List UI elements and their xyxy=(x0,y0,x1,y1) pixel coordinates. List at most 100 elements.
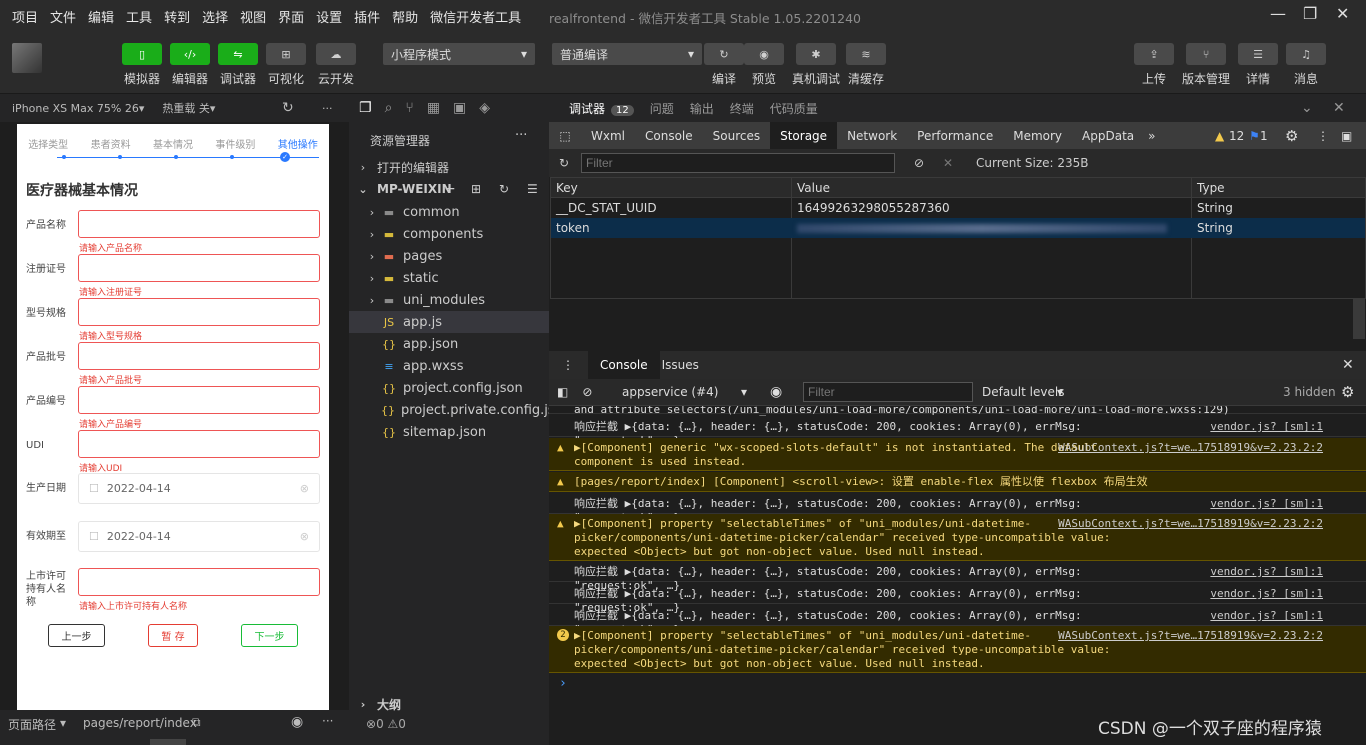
console-message[interactable]: ▲ [pages/report/index] [Component] <scrol… xyxy=(549,472,1366,492)
more-icon[interactable]: ··· xyxy=(322,714,333,728)
project-section[interactable]: ⌄ MP-WEIXIN + ⊞ ↻ ☰ xyxy=(349,178,549,200)
avatar[interactable] xyxy=(12,43,42,73)
source-link[interactable]: vendor.js? [sm]:1 xyxy=(1210,587,1323,601)
console-message[interactable]: 响应拦截 ▶{data: {…}, header: {…}, statusCod… xyxy=(549,417,1366,447)
outline-section[interactable]: › 大纲 xyxy=(349,693,549,715)
file-tree-item[interactable]: {} project.private.config.js... xyxy=(349,399,567,421)
source-link[interactable]: vendor.js? [sm]:1 xyxy=(1210,497,1323,511)
source-link[interactable]: WASubContext.js?t=we…17518919&v=2.23.2:2 xyxy=(1058,517,1323,531)
devtools-tab[interactable]: Memory xyxy=(1003,122,1072,149)
field-input[interactable] xyxy=(78,210,320,238)
上传-button[interactable]: ⇪ xyxy=(1134,43,1174,65)
panel-tab[interactable]: 终端 xyxy=(730,100,754,117)
files-icon[interactable]: ❐ xyxy=(359,100,372,116)
field-input[interactable] xyxy=(78,430,320,458)
chevron-down-icon[interactable]: ⌄ xyxy=(1301,100,1313,116)
field-input[interactable] xyxy=(78,298,320,326)
log-levels-select[interactable]: Default levels xyxy=(982,385,1064,399)
column-header-type[interactable]: Type xyxy=(1192,178,1225,198)
console-message[interactable]: 响应拦截 ▶{data: {…}, header: {…}, statusCod… xyxy=(549,494,1366,524)
refresh-icon[interactable]: ↻ xyxy=(559,156,569,170)
menu-item[interactable]: 界面 xyxy=(272,7,310,26)
menu-item[interactable]: 文件 xyxy=(44,7,82,26)
panel-tab[interactable]: 问题 xyxy=(650,100,674,117)
console-message[interactable]: 2 ▶[Component] property "selectableTimes"… xyxy=(549,626,1366,673)
extensions-icon[interactable]: ▦ xyxy=(427,100,440,116)
调试器-button[interactable]: ⇋ xyxy=(218,43,258,65)
详情-button[interactable]: ☰ xyxy=(1238,43,1278,65)
clear-icon[interactable]: ⊗ xyxy=(300,530,309,543)
file-tree-item[interactable]: {} app.json xyxy=(349,333,549,355)
mode-select[interactable]: 小程序模式 ▾ xyxy=(383,43,535,65)
devtools-tab[interactable]: Sources xyxy=(703,122,770,149)
eye-icon[interactable]: ◉ xyxy=(291,714,303,730)
消息-button[interactable]: ♫ xyxy=(1286,43,1326,65)
page-path-label[interactable]: 页面路径 xyxy=(8,716,56,733)
编辑器-button[interactable]: ‹/› xyxy=(170,43,210,65)
more-icon[interactable]: ··· xyxy=(322,102,333,115)
refresh-icon[interactable]: ↻ xyxy=(499,182,509,196)
open-editors-section[interactable]: › 打开的编辑器 xyxy=(349,156,549,178)
file-tree-item[interactable]: {} project.config.json xyxy=(349,377,549,399)
column-header-key[interactable]: Key xyxy=(551,178,578,198)
settings-icon[interactable]: ⚙ xyxy=(1285,127,1298,145)
file-tree-item[interactable]: › ▬ common xyxy=(349,201,549,223)
console-filter-input[interactable] xyxy=(803,382,973,402)
storage-filter-input[interactable] xyxy=(581,153,895,173)
source-link[interactable]: WASubContext.js?t=we…17518919&v=2.23.2:2 xyxy=(1058,629,1323,643)
source-link[interactable]: vendor.js? [sm]:1 xyxy=(1210,565,1323,579)
menu-item[interactable]: 帮助 xyxy=(386,7,424,26)
file-tree-item[interactable]: › ▬ static xyxy=(349,267,549,289)
delete-icon[interactable]: ✕ xyxy=(943,156,953,170)
table-row[interactable]: __DC_STAT_UUID 16499263298055287360 Stri… xyxy=(551,198,1365,218)
console-message[interactable]: ▲ ▶[Component] property "selectableTimes"… xyxy=(549,514,1366,561)
git-icon[interactable]: ⑂ xyxy=(405,100,413,116)
真机调试-button[interactable]: ✱ xyxy=(796,43,836,65)
warning-count[interactable]: 12 xyxy=(1229,129,1244,143)
field-input[interactable] xyxy=(78,568,320,596)
error-count[interactable]: 1 xyxy=(1260,129,1268,143)
devtools-tab[interactable]: AppData xyxy=(1072,122,1144,149)
console-message[interactable]: and attribute selectors(/uni_modules/uni… xyxy=(549,406,1366,416)
drawer-tab-issues[interactable]: Issues xyxy=(662,358,699,372)
menu-item[interactable]: 工具 xyxy=(120,7,158,26)
devtools-tab[interactable]: Wxml xyxy=(581,122,635,149)
panel-tab[interactable]: 调试器 12 xyxy=(569,100,634,117)
status-problems[interactable]: ⊗0 ⚠0 xyxy=(366,717,406,731)
dock-icon[interactable]: ▣ xyxy=(1341,129,1352,143)
console-message[interactable]: 响应拦截 ▶{data: {…}, header: {…}, statusCod… xyxy=(549,606,1366,636)
menu-item[interactable]: 转到 xyxy=(158,7,196,26)
next-button[interactable]: 下一步 xyxy=(241,624,298,647)
more-icon[interactable]: ⋮ xyxy=(562,358,574,372)
new-file-icon[interactable]: + xyxy=(444,181,456,197)
new-folder-icon[interactable]: ⊞ xyxy=(471,182,481,196)
panel-tab[interactable]: 代码质量 xyxy=(770,100,818,117)
console-prompt[interactable]: › xyxy=(559,676,567,691)
menu-item[interactable]: 编辑 xyxy=(82,7,120,26)
field-input[interactable] xyxy=(78,342,320,370)
可视化-button[interactable]: ⊞ xyxy=(266,43,306,65)
编译-button[interactable]: ↻ xyxy=(704,43,744,65)
copy-icon[interactable]: ⧉ xyxy=(192,715,201,730)
sidebar-toggle-icon[interactable]: ◧ xyxy=(557,385,568,399)
console-message[interactable]: 响应拦截 ▶{data: {…}, header: {…}, statusCod… xyxy=(549,562,1366,592)
table-row-selected[interactable]: token String xyxy=(551,218,1365,238)
source-link[interactable]: vendor.js? [sm]:1 xyxy=(1210,420,1323,434)
close-icon[interactable]: ✕ xyxy=(1333,100,1345,116)
file-tree-item[interactable]: › ▬ pages xyxy=(349,245,549,267)
file-tree-item[interactable]: ≡ app.wxss xyxy=(349,355,549,377)
menu-item[interactable]: 微信开发者工具 xyxy=(424,7,527,26)
collapse-icon[interactable]: ☰ xyxy=(527,182,538,196)
devtools-tab[interactable]: Performance xyxy=(907,122,1003,149)
more-tabs-icon[interactable]: » xyxy=(1148,129,1155,143)
menu-item[interactable]: 项目 xyxy=(6,7,44,26)
preview-icon[interactable]: ▣ xyxy=(453,100,466,116)
清缓存-button[interactable]: ≋ xyxy=(846,43,886,65)
devtools-tab[interactable]: Storage xyxy=(770,122,838,149)
inspect-icon[interactable]: ⬚ xyxy=(549,129,581,143)
devtools-tab[interactable]: Console xyxy=(635,122,703,149)
source-link[interactable]: WASubContext.js?t=we…17518919&v=2.23.2:2 xyxy=(1058,441,1323,455)
drawer-tab-console[interactable]: Console xyxy=(588,351,660,379)
search-icon[interactable]: ⌕ xyxy=(385,100,393,116)
eye-icon[interactable]: ◉ xyxy=(770,384,782,400)
